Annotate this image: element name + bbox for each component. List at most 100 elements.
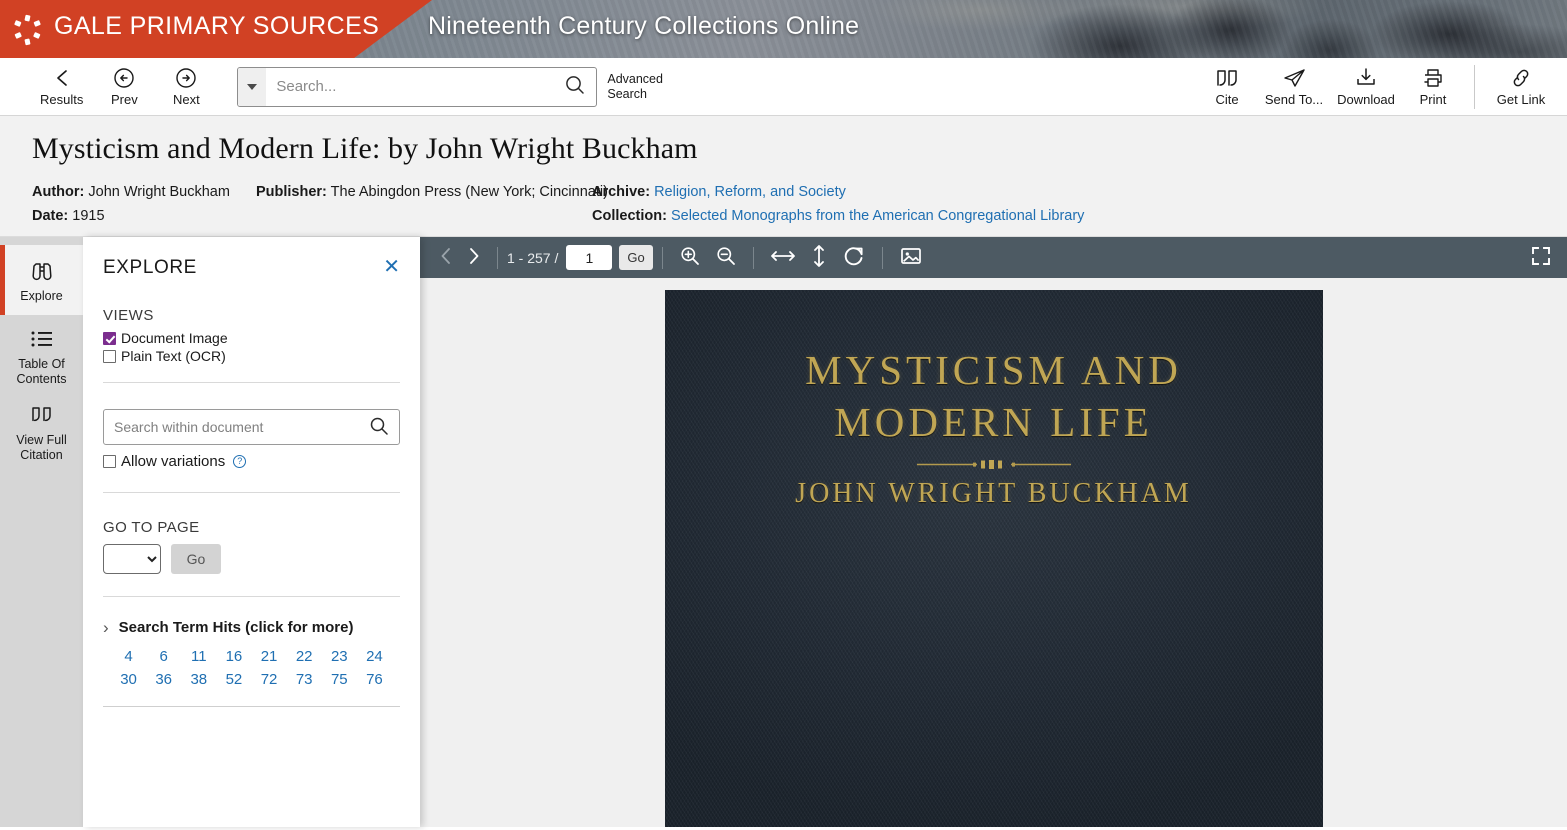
results-label: Results [40,91,84,107]
date-field: Date: 1915 [32,208,105,224]
allow-variations-option[interactable]: Allow variations [103,453,225,470]
hit-page-link[interactable]: 76 [357,671,392,688]
quote-icon [1214,66,1240,90]
search-term-hits-title: Search Term Hits (click for more) [118,619,354,636]
rotate-button[interactable] [835,237,873,278]
document-page-image[interactable]: MYSTICISM AND MODERN LIFE JOHN WRIGHT BU… [664,290,1323,827]
hit-page-link[interactable]: 22 [287,648,322,665]
goto-page-row: Go [103,544,400,574]
view-option-document-image[interactable]: Document Image [103,330,400,346]
fullscreen-button[interactable] [1523,237,1559,278]
advanced-search-line1: Advanced [607,71,663,86]
brand-name[interactable]: GALE PRIMARY SOURCES [54,12,379,41]
hit-page-link[interactable]: 73 [287,671,322,688]
page-select[interactable] [103,544,161,574]
hit-page-link[interactable]: 11 [181,648,216,665]
views-label: VIEWS [103,307,154,324]
search-scope-dropdown[interactable] [238,67,267,106]
hit-page-link[interactable]: 23 [322,648,357,665]
checkbox-plain-text[interactable] [103,349,116,363]
link-icon [1509,66,1533,90]
search-submit-button[interactable] [554,68,596,106]
main-toolbar: Results Prev Next Search... Advanced Sea… [0,58,1567,116]
hit-page-link[interactable]: 30 [111,671,146,688]
fit-width-button[interactable] [763,237,803,278]
close-icon[interactable]: ✕ [383,257,400,277]
print-button[interactable]: Print [1402,66,1464,108]
collection-label: Collection: [592,208,667,224]
author-field: Author: John Wright Buckham [32,184,230,200]
cite-label: Cite [1215,91,1239,107]
author-value: John Wright Buckham [88,184,230,200]
document-header: Mysticism and Modern Life: by John Wrigh… [0,116,1567,237]
circle-arrow-right-icon [175,66,197,90]
fit-height-button[interactable] [803,237,835,278]
download-label: Download [1337,91,1395,107]
panel-divider-1 [103,382,400,383]
collection-field: Collection: Selected Monographs from the… [592,208,1084,224]
send-to-button[interactable]: Send To... [1258,66,1330,108]
allow-variations-label: Allow variations [121,453,226,470]
viewer-go-button[interactable]: Go [619,245,653,270]
hit-page-link[interactable]: 24 [357,648,392,665]
search-within-document-input[interactable] [104,410,359,444]
advanced-search-link[interactable]: Advanced Search [607,72,677,102]
sidebar-item-citation-line1: View Full [16,433,67,447]
panel-divider-2 [103,492,400,493]
page-stage[interactable]: MYSTICISM AND MODERN LIFE JOHN WRIGHT BU… [420,278,1567,827]
hit-page-link[interactable]: 21 [252,648,287,665]
view-option-document-image-label: Document Image [121,330,228,346]
gale-burst-icon [12,14,44,46]
binoculars-icon [27,257,57,285]
publisher-field: Publisher: The Abingdon Press (New York;… [256,184,608,200]
question-circle-icon[interactable]: ? [233,455,247,468]
zoom-out-button[interactable] [708,237,744,278]
send-to-label: Send To... [1264,91,1324,107]
checkbox-allow-variations[interactable] [103,455,116,468]
sidebar-item-table-of-contents[interactable]: Table Of Contents [0,321,83,391]
image-view-button[interactable] [892,237,930,278]
cover-title-line1: MYSTICISM AND [805,347,1182,393]
sidebar-item-explore[interactable]: Explore [0,245,83,315]
hit-page-link[interactable]: 6 [146,648,181,665]
product-title: Nineteenth Century Collections Online [428,12,860,40]
prev-label: Prev [110,91,138,107]
next-button[interactable]: Next [165,66,207,108]
hit-page-link[interactable]: 72 [252,671,287,688]
metadata-left-row1: Author: John Wright Buckham Publisher: T… [32,180,630,204]
hit-page-link[interactable]: 38 [181,671,216,688]
collection-link[interactable]: Selected Monographs from the American Co… [671,208,1084,224]
hit-page-link[interactable]: 52 [216,671,251,688]
explore-panel-title: EXPLORE [103,257,197,278]
hit-page-link[interactable]: 36 [146,671,181,688]
fit-height-icon [810,244,828,271]
search-within-document-button[interactable] [359,410,399,444]
hit-page-link[interactable]: 4 [111,648,146,665]
zoom-in-button[interactable] [672,237,708,278]
hit-page-link[interactable]: 75 [322,671,357,688]
hit-page-link[interactable]: 16 [216,648,251,665]
archive-link[interactable]: Religion, Reform, and Society [654,184,846,200]
paper-plane-icon [1282,66,1307,90]
checkbox-document-image[interactable] [103,331,116,345]
viewer-next-page-button[interactable] [460,237,488,278]
view-option-plain-text[interactable]: Plain Text (OCR) [103,348,400,364]
prev-button[interactable]: Prev [103,66,145,108]
chevron-right-icon [467,247,481,268]
viewer-prev-page-button[interactable] [432,237,460,278]
explore-panel: EXPLORE ✕ VIEWS Document Image Plain Tex… [83,237,420,827]
toolbar-actions: Cite Send To... Download Print Get Link [1196,58,1557,115]
goto-page-go-button[interactable]: Go [171,544,221,574]
search-term-hits-header[interactable]: › Search Term Hits (click for more) [103,619,400,636]
panel-divider-4 [103,706,400,707]
search-input[interactable] [266,67,555,106]
cite-button[interactable]: Cite [1196,66,1258,108]
download-button[interactable]: Download [1330,66,1402,108]
get-link-button[interactable]: Get Link [1485,66,1557,108]
sidebar-item-view-full-citation[interactable]: View Full Citation [0,397,83,467]
viewer-page-input[interactable] [566,245,613,270]
cover-ornament-icon [915,456,1073,469]
toolbar-divider [1474,64,1475,109]
goto-page-label: GO TO PAGE [103,519,200,536]
results-button[interactable]: Results [40,66,83,108]
